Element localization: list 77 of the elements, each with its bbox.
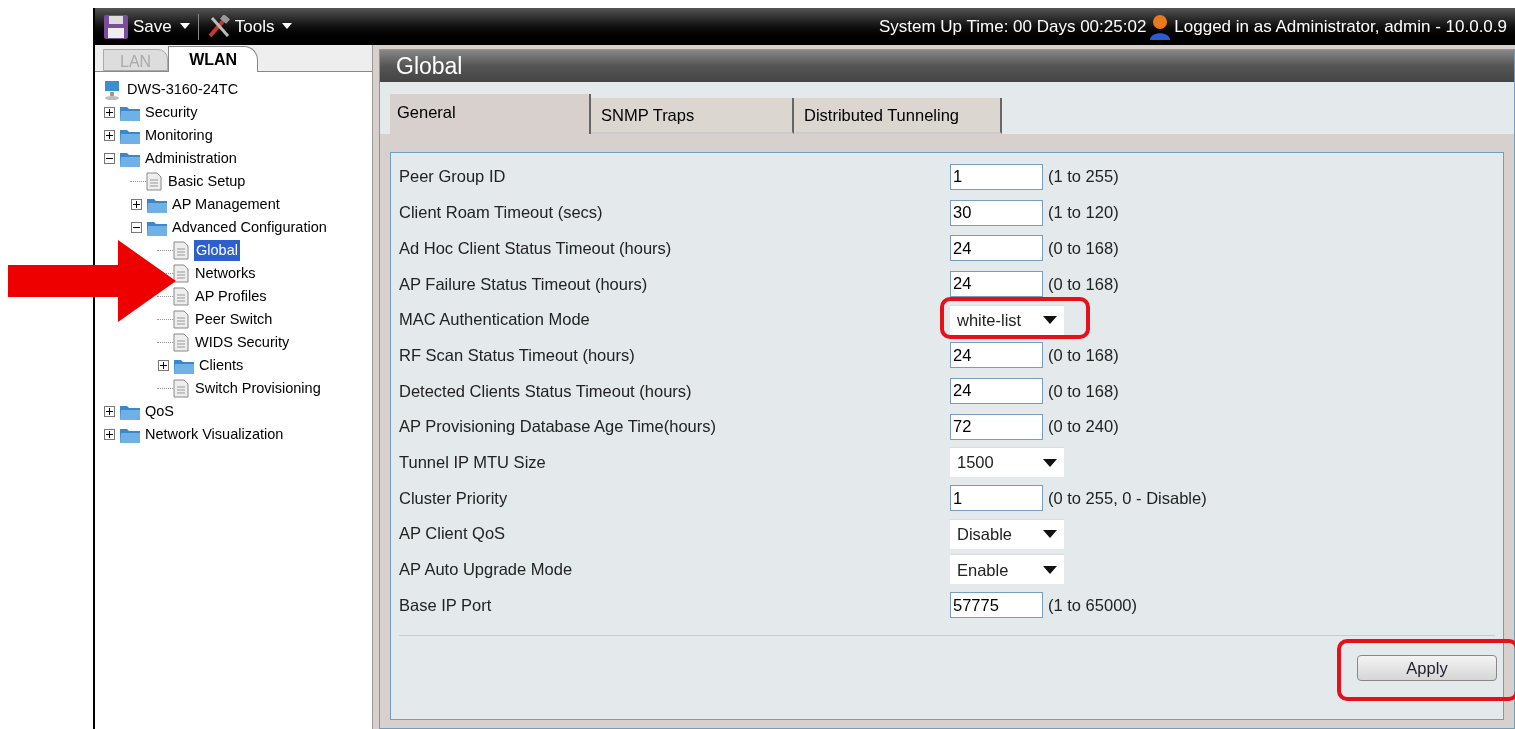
tree-item[interactable]: Administration bbox=[144, 147, 238, 170]
menu-button[interactable]: Save bbox=[99, 10, 194, 43]
dropdown[interactable]: white-list bbox=[950, 304, 1064, 335]
text-input[interactable]: 72 bbox=[950, 413, 1043, 440]
range-hint: (0 to 168) bbox=[1048, 237, 1119, 259]
range-hint: (0 to 255, 0 - Disable) bbox=[1048, 487, 1207, 509]
text-input[interactable]: 24 bbox=[950, 377, 1043, 404]
caret-icon bbox=[1043, 458, 1057, 467]
dropdown[interactable]: Disable bbox=[950, 518, 1064, 549]
range-hint: (0 to 240) bbox=[1048, 416, 1119, 438]
caret-icon bbox=[179, 23, 190, 30]
field-label: RF Scan Status Timeout (hours) bbox=[399, 344, 636, 366]
range-hint: (0 to 168) bbox=[1048, 273, 1119, 295]
tree-item[interactable]: AP Management bbox=[171, 193, 281, 216]
tab[interactable]: SNMP Traps bbox=[591, 98, 794, 134]
range-hint: (1 to 255) bbox=[1048, 166, 1119, 188]
sidebar-tab[interactable]: WLAN bbox=[168, 46, 259, 72]
expander-icon[interactable] bbox=[104, 429, 115, 440]
field-label: AP Auto Upgrade Mode bbox=[399, 559, 574, 581]
tree-item[interactable]: Switch Provisioning bbox=[194, 377, 322, 400]
tree-item[interactable]: Security bbox=[144, 101, 199, 124]
tools-icon bbox=[206, 14, 231, 39]
tab[interactable]: General bbox=[390, 94, 591, 134]
tree-item[interactable]: Clients bbox=[198, 354, 245, 377]
expander-icon[interactable] bbox=[104, 130, 115, 141]
tree-item[interactable]: Advanced Configuration bbox=[171, 216, 328, 239]
text-input[interactable]: 1 bbox=[950, 485, 1043, 512]
tree-item[interactable]: AP Profiles bbox=[194, 285, 268, 308]
field-label: Client Roam Timeout (secs) bbox=[399, 202, 604, 224]
range-hint: (1 to 65000) bbox=[1048, 594, 1137, 616]
text-input[interactable]: 30 bbox=[950, 199, 1043, 226]
expander-icon[interactable] bbox=[104, 406, 115, 417]
range-hint: (0 to 168) bbox=[1048, 380, 1119, 402]
menu-button[interactable]: Tools bbox=[202, 10, 297, 43]
caret-icon bbox=[1043, 316, 1057, 325]
tree-item[interactable]: QoS bbox=[144, 400, 175, 423]
text-input[interactable]: 24 bbox=[950, 235, 1043, 262]
field-label: AP Provisioning Database Age Time(hours) bbox=[399, 416, 718, 438]
range-hint: (0 to 168) bbox=[1048, 344, 1119, 366]
field-label: AP Failure Status Timeout (hours) bbox=[399, 273, 649, 295]
field-label: Ad Hoc Client Status Timeout (hours) bbox=[399, 237, 673, 259]
panel-title: Global bbox=[380, 50, 1514, 82]
text-input[interactable]: 24 bbox=[950, 342, 1043, 369]
uptime-text: System Up Time: 00 Days 00:25:02 bbox=[878, 15, 1147, 38]
expander-icon[interactable] bbox=[104, 153, 115, 164]
user-icon bbox=[1149, 13, 1172, 40]
field-label: AP Client QoS bbox=[399, 523, 507, 545]
tree-item[interactable]: Monitoring bbox=[144, 124, 214, 147]
field-label: Base IP Port bbox=[399, 594, 493, 616]
field-label: Peer Group ID bbox=[399, 166, 507, 188]
tree-item[interactable]: Network Visualization bbox=[144, 423, 285, 446]
tree-item[interactable]: Basic Setup bbox=[167, 170, 247, 193]
tree-item[interactable]: DWS-3160-24TC bbox=[126, 78, 240, 101]
login-status: Logged in as Administrator, admin - 10.0.0.9 bbox=[1174, 15, 1508, 38]
caret-icon bbox=[1043, 530, 1057, 539]
tree-item[interactable]: WIDS Security bbox=[194, 331, 291, 354]
text-input[interactable]: 57775 bbox=[950, 592, 1043, 619]
apply-button[interactable]: Apply bbox=[1357, 654, 1497, 681]
dropdown[interactable]: 1500 bbox=[950, 447, 1064, 478]
dropdown[interactable]: Enable bbox=[950, 554, 1064, 585]
expander-icon[interactable] bbox=[158, 360, 169, 371]
caret-icon bbox=[282, 23, 293, 30]
field-label: Cluster Priority bbox=[399, 487, 509, 509]
range-hint: (1 to 120) bbox=[1048, 202, 1119, 224]
tab[interactable]: Distributed Tunneling bbox=[794, 98, 1002, 134]
text-input[interactable]: 1 bbox=[950, 163, 1043, 190]
caret-icon bbox=[1043, 565, 1057, 574]
tree-item[interactable]: Peer Switch bbox=[194, 308, 274, 331]
text-input[interactable]: 24 bbox=[950, 270, 1043, 297]
field-label: Detected Clients Status Timeout (hours) bbox=[399, 380, 693, 402]
expander-icon[interactable] bbox=[131, 199, 142, 210]
tree-item[interactable]: Networks bbox=[194, 262, 257, 285]
expander-icon[interactable] bbox=[104, 107, 115, 118]
field-label: Tunnel IP MTU Size bbox=[399, 451, 547, 473]
expander-icon[interactable] bbox=[131, 222, 142, 233]
tree-item[interactable]: Global bbox=[194, 239, 240, 262]
field-label: MAC Authentication Mode bbox=[399, 309, 591, 331]
